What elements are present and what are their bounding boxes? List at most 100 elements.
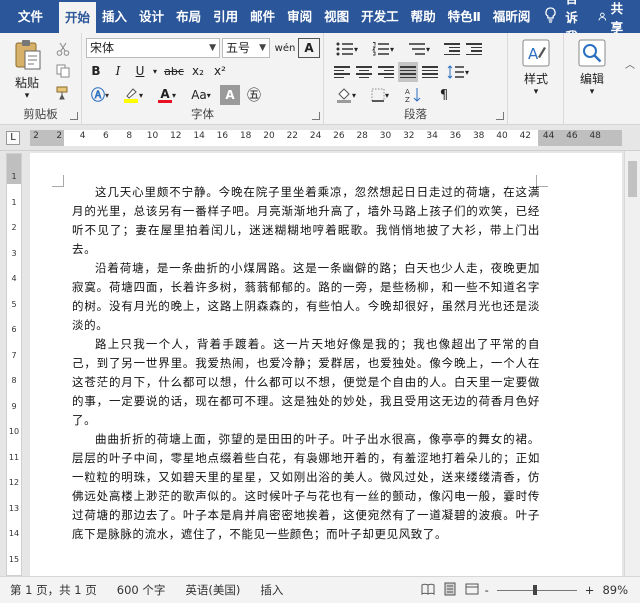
tab-layout[interactable]: 布局 xyxy=(170,0,207,33)
subscript-button[interactable]: x₂ xyxy=(188,61,208,81)
tab-references[interactable]: 引用 xyxy=(207,0,244,33)
clipboard-group-label: 剪贴板 xyxy=(23,107,58,121)
scrollbar-thumb[interactable] xyxy=(628,161,637,197)
vertical-scrollbar[interactable] xyxy=(624,151,640,576)
page-layout-icon xyxy=(444,582,456,595)
tab-file[interactable]: 文件 xyxy=(0,0,59,33)
bullets-button[interactable]: ▾ xyxy=(332,39,362,59)
align-right-button[interactable] xyxy=(376,62,396,82)
numbering-button[interactable]: ▾ xyxy=(368,39,398,59)
tab-home[interactable]: 开始 xyxy=(59,2,97,33)
bold-button[interactable]: B xyxy=(86,61,106,81)
tab-developer[interactable]: 开发工 xyxy=(355,0,405,33)
copy-button[interactable] xyxy=(52,61,74,81)
tab-selector[interactable]: L xyxy=(6,131,20,145)
font-color-button[interactable]: A ▾ xyxy=(152,85,182,105)
horizontal-ruler[interactable]: 2 2 4 6 8 10 12 14 16 18 20 22 24 26 28 30 32 34 36 38 40 42 4… xyxy=(30,130,622,146)
ruler-tick-label: 24 xyxy=(309,131,322,141)
multilevel-list-button[interactable]: ▾ xyxy=(404,39,434,59)
ruler-tick-label: 12 xyxy=(170,131,182,141)
text-effects-button[interactable]: Ⓐ ▾ xyxy=(86,85,114,105)
lightbulb-icon[interactable] xyxy=(536,6,565,27)
svg-text:Z: Z xyxy=(405,96,410,103)
char-border-button[interactable]: A xyxy=(298,38,320,58)
insert-mode[interactable]: 插入 xyxy=(250,582,293,598)
book-icon xyxy=(421,583,435,595)
zoom-slider-thumb[interactable] xyxy=(532,584,537,595)
tab-review[interactable]: 审阅 xyxy=(281,0,318,33)
change-case-button[interactable]: Aa ▾ xyxy=(186,85,216,105)
zoom-out-button[interactable]: - xyxy=(483,583,491,597)
tab-mailings[interactable]: 邮件 xyxy=(244,0,281,33)
editing-button[interactable]: 编辑 ▾ xyxy=(570,39,614,97)
highlight-button[interactable]: ▾ xyxy=(118,85,148,105)
read-mode-button[interactable] xyxy=(417,583,439,598)
paragraph-3[interactable]: 路上只我一个人，背着手踱着。这一片天地好像是我的；我也像超出了平常的自己，到了另… xyxy=(72,335,540,430)
superscript-button[interactable]: x² xyxy=(210,61,230,81)
distributed-button[interactable] xyxy=(420,62,440,82)
strikethrough-button[interactable]: abc xyxy=(162,61,186,81)
paintbrush-icon xyxy=(56,86,68,100)
zoom-level[interactable]: 89% xyxy=(596,583,640,597)
document-body[interactable]: 这几天心里颇不宁静。今晚在院子里坐着乘凉，忽然想起日日走过的荷塘，在这满月的光里… xyxy=(72,183,540,544)
styles-button[interactable]: A 样式 ▾ xyxy=(514,39,558,97)
svg-text:A: A xyxy=(528,45,539,63)
increase-indent-button[interactable] xyxy=(464,39,484,59)
tab-design[interactable]: 设计 xyxy=(133,0,170,33)
paragraph-4[interactable]: 曲曲折折的荷塘上面，弥望的是田田的叶子。叶子出水很高，像亭亭的舞女的裙。层层的叶… xyxy=(72,430,540,544)
font-launcher[interactable] xyxy=(312,112,320,120)
tab-insert[interactable]: 插入 xyxy=(96,0,133,33)
justify-button[interactable] xyxy=(398,62,418,82)
phonetic-guide-button[interactable]: wén xyxy=(274,38,296,58)
font-size-dropdown[interactable]: 五号 ▼ xyxy=(222,38,270,58)
tab-special[interactable]: 特色Ⅱ xyxy=(442,0,487,33)
ruler-row: L 2 2 4 6 8 10 12 14 16 18 20 22 24 26 28 30 32 34 36 38 40 4… xyxy=(0,125,640,151)
show-marks-button[interactable]: ¶ xyxy=(434,85,454,105)
zoom-in-button[interactable]: + xyxy=(583,583,597,597)
page-count[interactable]: 第 1 页，共 1 页 xyxy=(0,582,107,598)
language-indicator[interactable]: 英语(美国) xyxy=(175,582,250,598)
align-center-button[interactable] xyxy=(354,62,374,82)
format-painter-button[interactable] xyxy=(52,83,74,103)
paste-button[interactable]: 粘贴 ▾ xyxy=(6,39,48,101)
enclose-char-button[interactable]: ㊄ xyxy=(244,85,264,105)
ruler-tick-label: 32 xyxy=(403,131,415,141)
underline-dropdown-icon[interactable]: ▾ xyxy=(150,61,160,81)
italic-button[interactable]: I xyxy=(108,61,128,81)
underline-button[interactable]: U xyxy=(130,61,150,81)
share-button[interactable]: 共享 xyxy=(598,0,640,36)
ruler-tick-label: 22 xyxy=(286,131,299,141)
clipboard-launcher[interactable] xyxy=(70,112,78,120)
tab-help[interactable]: 帮助 xyxy=(405,0,442,33)
char-shading-button[interactable]: A xyxy=(220,85,240,105)
sort-icon: AZ xyxy=(405,88,421,103)
vertical-ruler-tick-label: 2 xyxy=(11,223,17,232)
collapse-ribbon-button[interactable]: ︿ xyxy=(622,53,638,73)
align-left-button[interactable] xyxy=(332,62,352,82)
paragraph-launcher[interactable] xyxy=(496,112,504,120)
ruler-tick-label: 26 xyxy=(333,131,345,141)
word-count[interactable]: 600 个字 xyxy=(107,582,176,598)
ruler-tick-label: 4 xyxy=(79,131,86,141)
styles-label: 样式 xyxy=(523,72,548,86)
justify-icon xyxy=(400,66,416,78)
print-layout-button[interactable] xyxy=(439,582,461,599)
ruler-tick-label: 30 xyxy=(379,131,392,141)
font-name-dropdown[interactable]: 宋体 ▼ xyxy=(86,38,220,58)
tab-view[interactable]: 视图 xyxy=(318,0,355,33)
vertical-ruler-tick-label: 15 xyxy=(8,554,20,564)
line-spacing-button[interactable]: ▾ xyxy=(444,62,472,82)
shading-button[interactable]: ▾ xyxy=(332,85,360,105)
sort-button[interactable]: AZ xyxy=(400,85,428,105)
document-page[interactable]: 这几天心里颇不宁静。今晚在院子里坐着乘凉，忽然想起日日走过的荷塘，在这满月的光里… xyxy=(30,153,622,576)
zoom-slider[interactable] xyxy=(496,584,577,595)
paragraph-1[interactable]: 这几天心里颇不宁静。今晚在院子里坐着乘凉，忽然想起日日走过的荷塘，在这满月的光里… xyxy=(72,183,540,259)
font-color-letter: A xyxy=(160,86,170,101)
tab-foxit[interactable]: 福昕阅 xyxy=(487,0,537,33)
decrease-indent-button[interactable] xyxy=(442,39,462,59)
borders-button[interactable]: ▾ xyxy=(366,85,394,105)
paragraph-2[interactable]: 沿着荷塘，是一条曲折的小煤屑路。这是一条幽僻的路；白天也少人走，夜晚更加寂寞。荷… xyxy=(72,259,540,335)
vertical-ruler[interactable]: 1 1 2 3 4 5 6 7 8 9 10 11 12 13 14 15 xyxy=(6,153,22,576)
cut-button[interactable] xyxy=(52,39,74,59)
web-layout-button[interactable] xyxy=(461,582,483,599)
